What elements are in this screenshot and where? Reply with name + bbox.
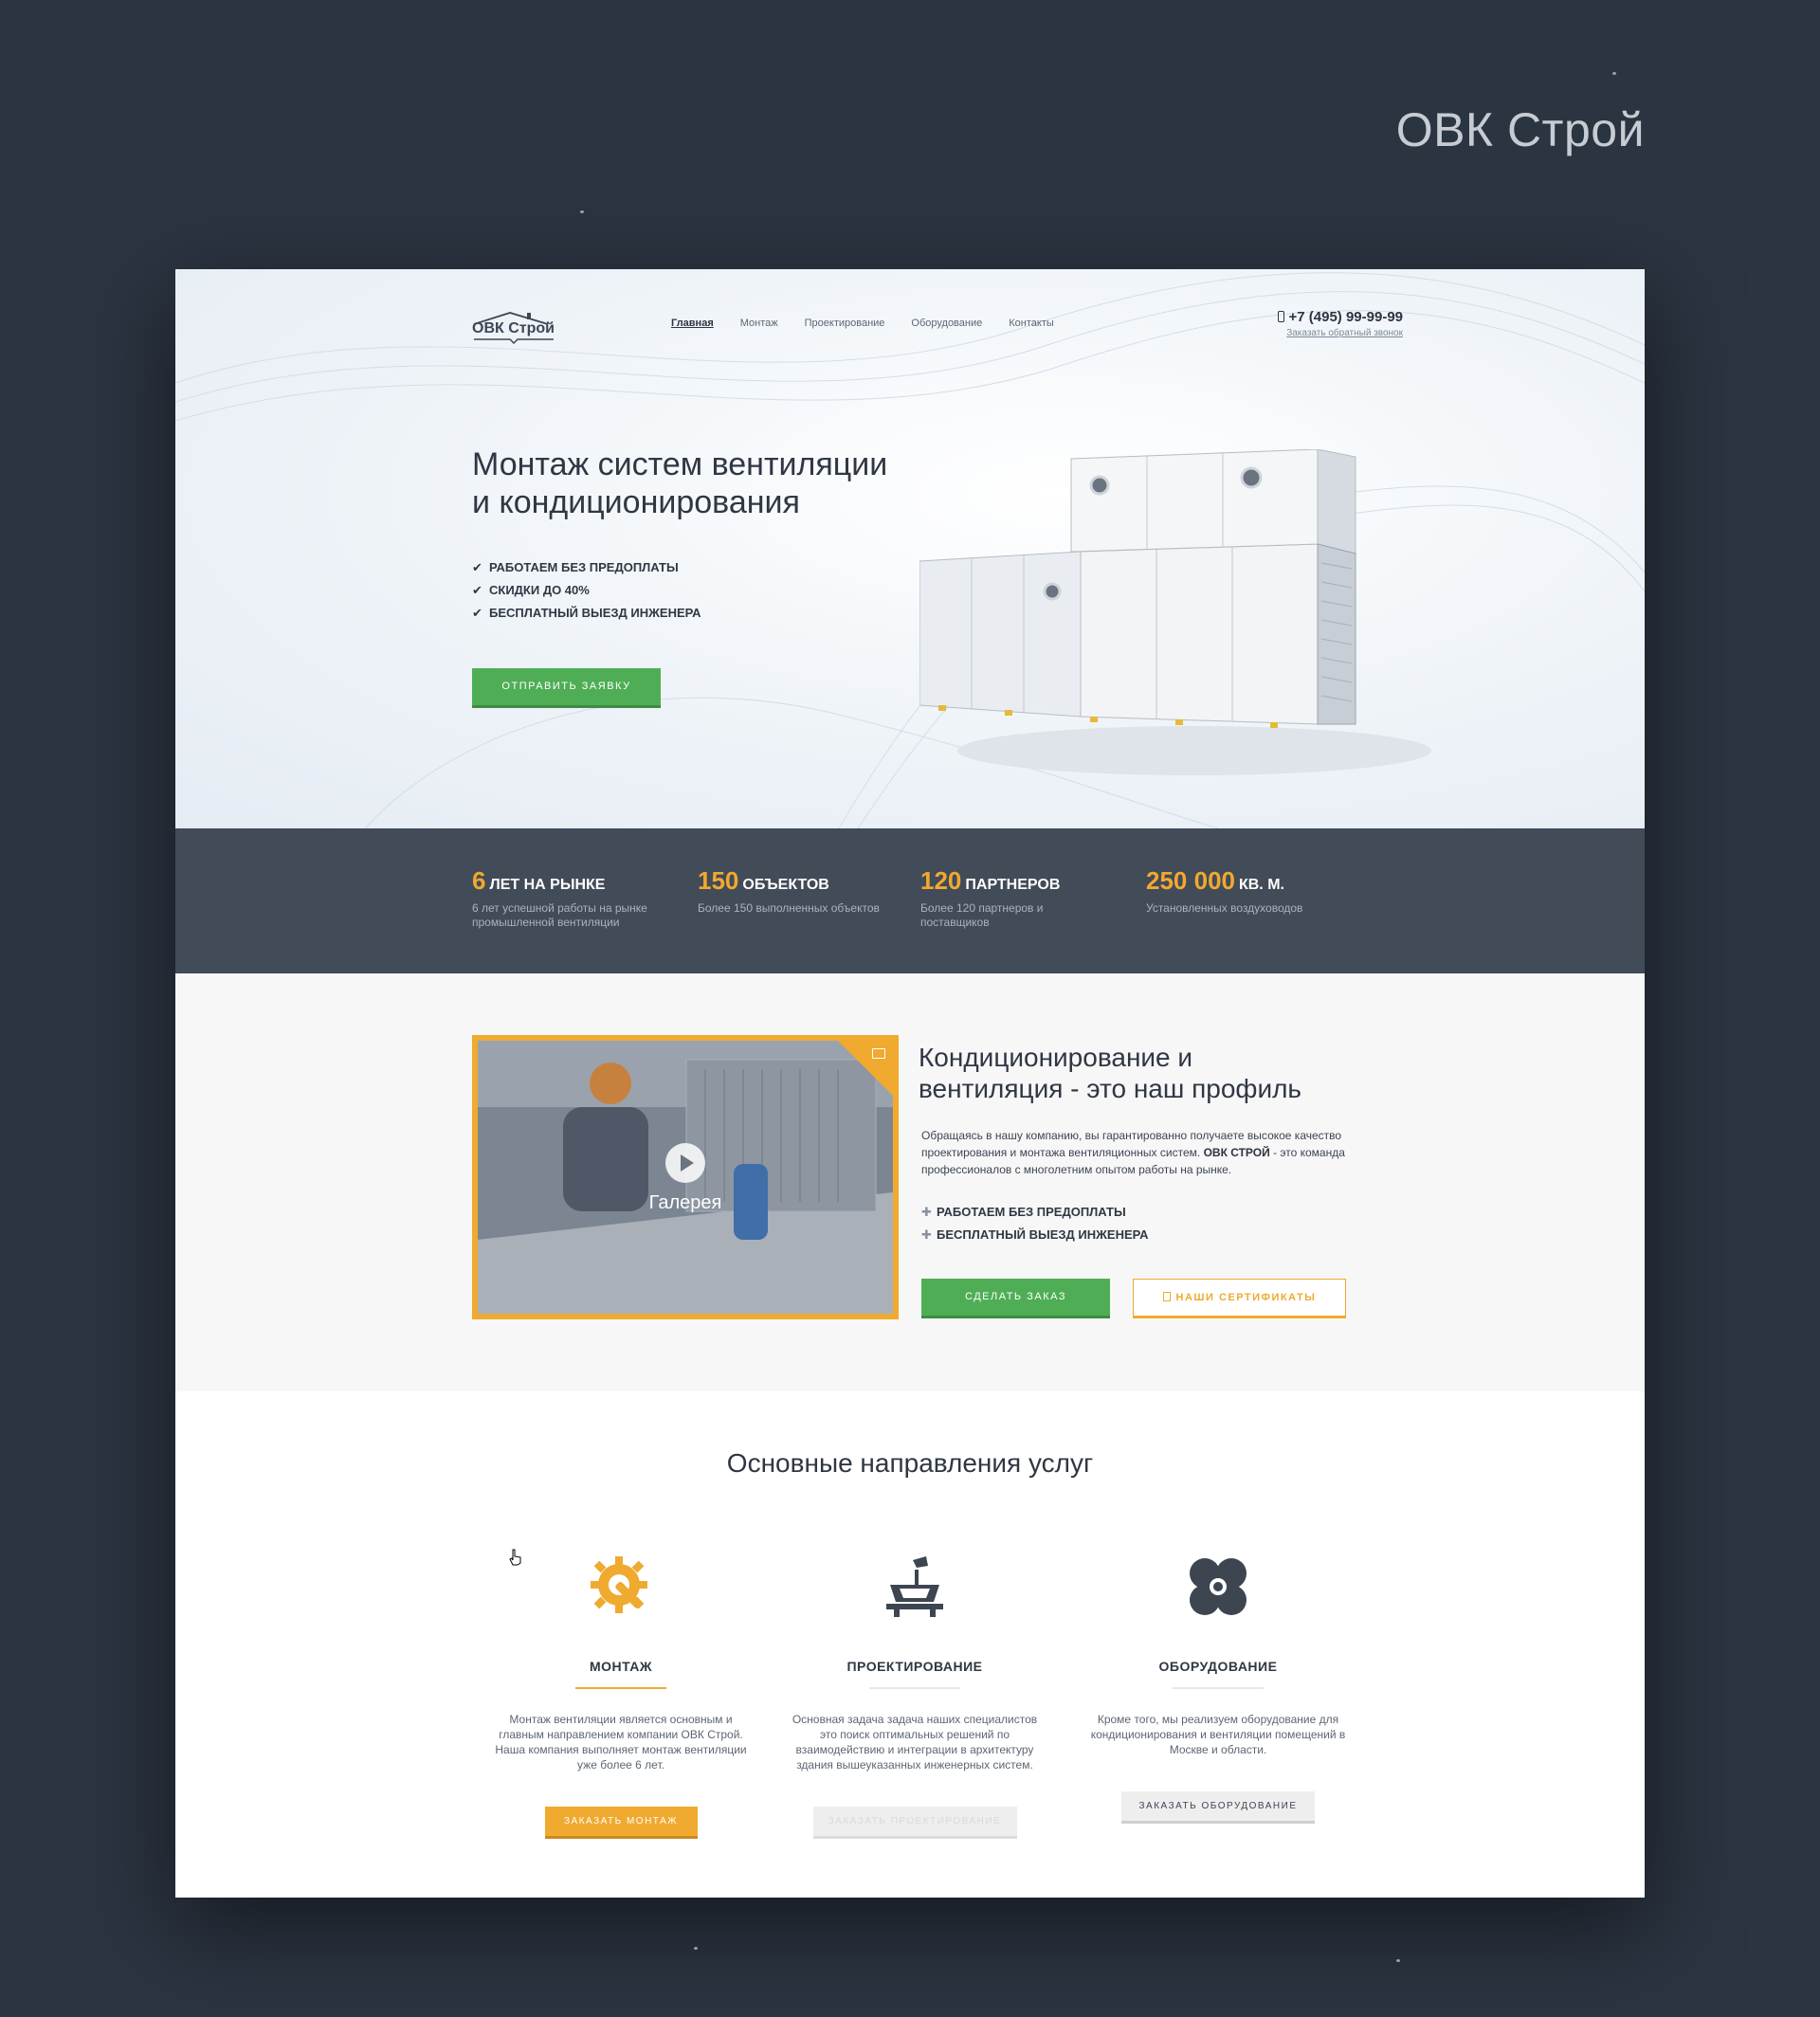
logo-text: ОВК Строй bbox=[472, 320, 555, 336]
service-name: ОБОРУДОВАНИЕ bbox=[1158, 1659, 1278, 1674]
decorative-dot bbox=[694, 1947, 698, 1950]
stat-label: ОБЪЕКТОВ bbox=[742, 877, 829, 893]
profile-text: Обращаясь в нашу компанию, вы гарантиров… bbox=[921, 1127, 1357, 1178]
check-icon: ✔ bbox=[472, 606, 482, 620]
decorative-dot bbox=[1612, 72, 1616, 75]
stat-number: 150 bbox=[698, 866, 739, 895]
service-text: Монтаж вентиляции является основным и гл… bbox=[495, 1713, 747, 1772]
phone[interactable]: +7 (495) 99-99-99 bbox=[1204, 309, 1403, 325]
stat-number: 6 bbox=[472, 866, 486, 895]
main-nav: Главная Монтаж Проектирование Оборудован… bbox=[671, 318, 1054, 329]
profile-title-line1: Кондиционирование и bbox=[919, 1043, 1193, 1072]
hero-features: ✔ РАБОТАЕМ БЕЗ ПРЕДОПЛАТЫ ✔ СКИДКИ ДО 40% … bbox=[472, 556, 701, 625]
profile-feature: ✚ РАБОТАЕМ БЕЗ ПРЕДОПЛАТЫ bbox=[921, 1201, 1149, 1224]
hero-feature: ✔ РАБОТАЕМ БЕЗ ПРЕДОПЛАТЫ bbox=[472, 556, 701, 579]
certificates-button[interactable]: НАШИ СЕРТИФИКАТЫ bbox=[1133, 1279, 1346, 1318]
stat-label: КВ. М. bbox=[1238, 877, 1284, 893]
send-request-button[interactable]: ОТПРАВИТЬ ЗАЯВКУ bbox=[472, 668, 661, 708]
decorative-dot bbox=[580, 210, 584, 213]
contact-block: +7 (495) 99-99-99 Заказать обратный звон… bbox=[1204, 309, 1403, 338]
website-mockup: ОВК Строй Главная Монтаж Проектирование … bbox=[175, 269, 1645, 1898]
stat-number: 250 000 bbox=[1146, 866, 1235, 895]
profile-title: Кондиционирование и вентиляция - это наш… bbox=[919, 1042, 1345, 1104]
service-divider bbox=[869, 1687, 960, 1689]
profile-text-company: ОВК СТРОЙ bbox=[1203, 1146, 1270, 1159]
hero-title-line1: Монтаж систем вентиляции bbox=[472, 446, 888, 482]
service-montage: МОНТАЖ Монтаж вентиляции является основн… bbox=[488, 1553, 754, 1839]
stat-partners: 120 ПАРТНЕРОВ Более 120 партнеров и поста… bbox=[920, 866, 1110, 930]
stat-description: Более 120 партнеров и поставщиков bbox=[920, 901, 1044, 929]
stat-objects: 150 ОБЪЕКТОВ Более 150 выполненных объект… bbox=[698, 866, 887, 916]
ventilation-unit-image bbox=[919, 449, 1431, 775]
profile-title-line2: вентиляция - это наш профиль bbox=[919, 1074, 1302, 1103]
check-icon: ✔ bbox=[472, 560, 482, 574]
service-text: Кроме того, мы реализуем оборудование дл… bbox=[1090, 1713, 1346, 1756]
nav-home[interactable]: Главная bbox=[671, 318, 714, 329]
hero-feature-text: БЕСПЛАТНЫЙ ВЫЕЗД ИНЖЕНЕРА bbox=[489, 606, 701, 620]
order-design-button[interactable]: ЗАКАЗАТЬ ПРОЕКТИРОВАНИЕ bbox=[812, 1807, 1017, 1839]
phone-icon bbox=[1277, 311, 1284, 322]
order-equipment-button[interactable]: ЗАКАЗАТЬ ОБОРУДОВАНИЕ bbox=[1121, 1791, 1315, 1824]
service-text: Основная задача задача наших специалисто… bbox=[792, 1713, 1038, 1772]
gallery-corner bbox=[837, 1041, 893, 1097]
stat-number: 120 bbox=[920, 866, 962, 895]
nav-equipment[interactable]: Оборудование bbox=[911, 318, 982, 329]
hand-cursor-icon bbox=[509, 1549, 521, 1566]
service-name: МОНТАЖ bbox=[589, 1659, 653, 1674]
stat-area: 250 000 КВ. М. Установленных воздуховодов bbox=[1146, 866, 1336, 916]
gear-wrench-icon bbox=[591, 1556, 647, 1613]
callback-link[interactable]: Заказать обратный звонок bbox=[1204, 328, 1403, 338]
order-montage-button[interactable]: ЗАКАЗАТЬ МОНТАЖ bbox=[544, 1807, 698, 1839]
service-equipment: ОБОРУДОВАНИЕ Кроме того, мы реализуем об… bbox=[1085, 1553, 1351, 1824]
service-divider bbox=[575, 1687, 666, 1689]
make-order-button[interactable]: СДЕЛАТЬ ЗАКАЗ bbox=[921, 1279, 1110, 1318]
plus-icon: ✚ bbox=[921, 1227, 932, 1242]
hero-feature-text: РАБОТАЕМ БЕЗ ПРЕДОПЛАТЫ bbox=[489, 560, 679, 574]
play-icon[interactable] bbox=[665, 1143, 705, 1183]
presentation-title: ОВК Строй bbox=[1395, 103, 1645, 156]
hero-title-line2: и кондиционирования bbox=[472, 484, 800, 520]
stat-description: Более 150 выполненных объектов bbox=[698, 901, 880, 915]
stat-description: 6 лет успешной работы на рынке промышлен… bbox=[472, 901, 647, 929]
nav-design[interactable]: Проектирование bbox=[805, 318, 885, 329]
hero-title: Монтаж систем вентиляции и кондициониров… bbox=[472, 445, 965, 521]
hero-section: ОВК Строй Главная Монтаж Проектирование … bbox=[175, 269, 1645, 828]
fan-icon bbox=[1190, 1558, 1247, 1615]
decorative-dot bbox=[1396, 1959, 1400, 1962]
service-divider bbox=[1173, 1687, 1264, 1689]
gallery-video[interactable]: Галерея bbox=[472, 1035, 899, 1319]
logo[interactable]: ОВК Строй bbox=[472, 307, 555, 345]
plus-icon: ✚ bbox=[921, 1205, 932, 1219]
certificates-button-label: НАШИ СЕРТИФИКАТЫ bbox=[1175, 1292, 1317, 1303]
hero-feature: ✔ БЕСПЛАТНЫЙ ВЫЕЗД ИНЖЕНЕРА bbox=[472, 602, 701, 625]
services-title: Основные направления услуг bbox=[726, 1448, 1094, 1478]
nav-montage[interactable]: Монтаж bbox=[740, 318, 778, 329]
stat-label: ПАРТНЕРОВ bbox=[965, 877, 1061, 893]
phone-number: +7 (495) 99-99-99 bbox=[1288, 309, 1404, 325]
stat-years: 6 ЛЕТ НА РЫНКЕ 6 лет успешной работы на р… bbox=[472, 866, 662, 930]
check-icon: ✔ bbox=[472, 583, 482, 597]
profile-feature-text: РАБОТАЕМ БЕЗ ПРЕДОПЛАТЫ bbox=[937, 1205, 1126, 1219]
profile-feature-text: БЕСПЛАТНЫЙ ВЫЕЗД ИНЖЕНЕРА bbox=[937, 1227, 1149, 1242]
hero-feature: ✔ СКИДКИ ДО 40% bbox=[472, 579, 701, 602]
gallery-label: Галерея bbox=[648, 1192, 722, 1213]
stat-description: Установленных воздуховодов bbox=[1146, 901, 1303, 915]
stats-band: 6 ЛЕТ НА РЫНКЕ 6 лет успешной работы на р… bbox=[175, 828, 1645, 973]
drafting-table-icon bbox=[886, 1556, 943, 1617]
service-design: ПРОЕКТИРОВАНИЕ Основная задача задача на… bbox=[782, 1553, 1047, 1839]
services-section: Основные направления услуг МОНТАЖ Монтаж… bbox=[175, 1391, 1645, 1898]
profile-feature: ✚ БЕСПЛАТНЫЙ ВЫЕЗД ИНЖЕНЕРА bbox=[921, 1224, 1149, 1246]
profile-section: Галерея Кондиционирование и вентиляция -… bbox=[175, 973, 1645, 1391]
stat-label: ЛЕТ НА РЫНКЕ bbox=[489, 877, 606, 893]
hero-feature-text: СКИДКИ ДО 40% bbox=[489, 583, 590, 597]
profile-features: ✚ РАБОТАЕМ БЕЗ ПРЕДОПЛАТЫ ✚ БЕСПЛАТНЫЙ ВЫЕ… bbox=[921, 1201, 1149, 1246]
service-name: ПРОЕКТИРОВАНИЕ bbox=[846, 1659, 983, 1674]
image-icon bbox=[872, 1048, 885, 1059]
nav-contacts[interactable]: Контакты bbox=[1009, 318, 1054, 329]
document-icon bbox=[1162, 1292, 1171, 1301]
